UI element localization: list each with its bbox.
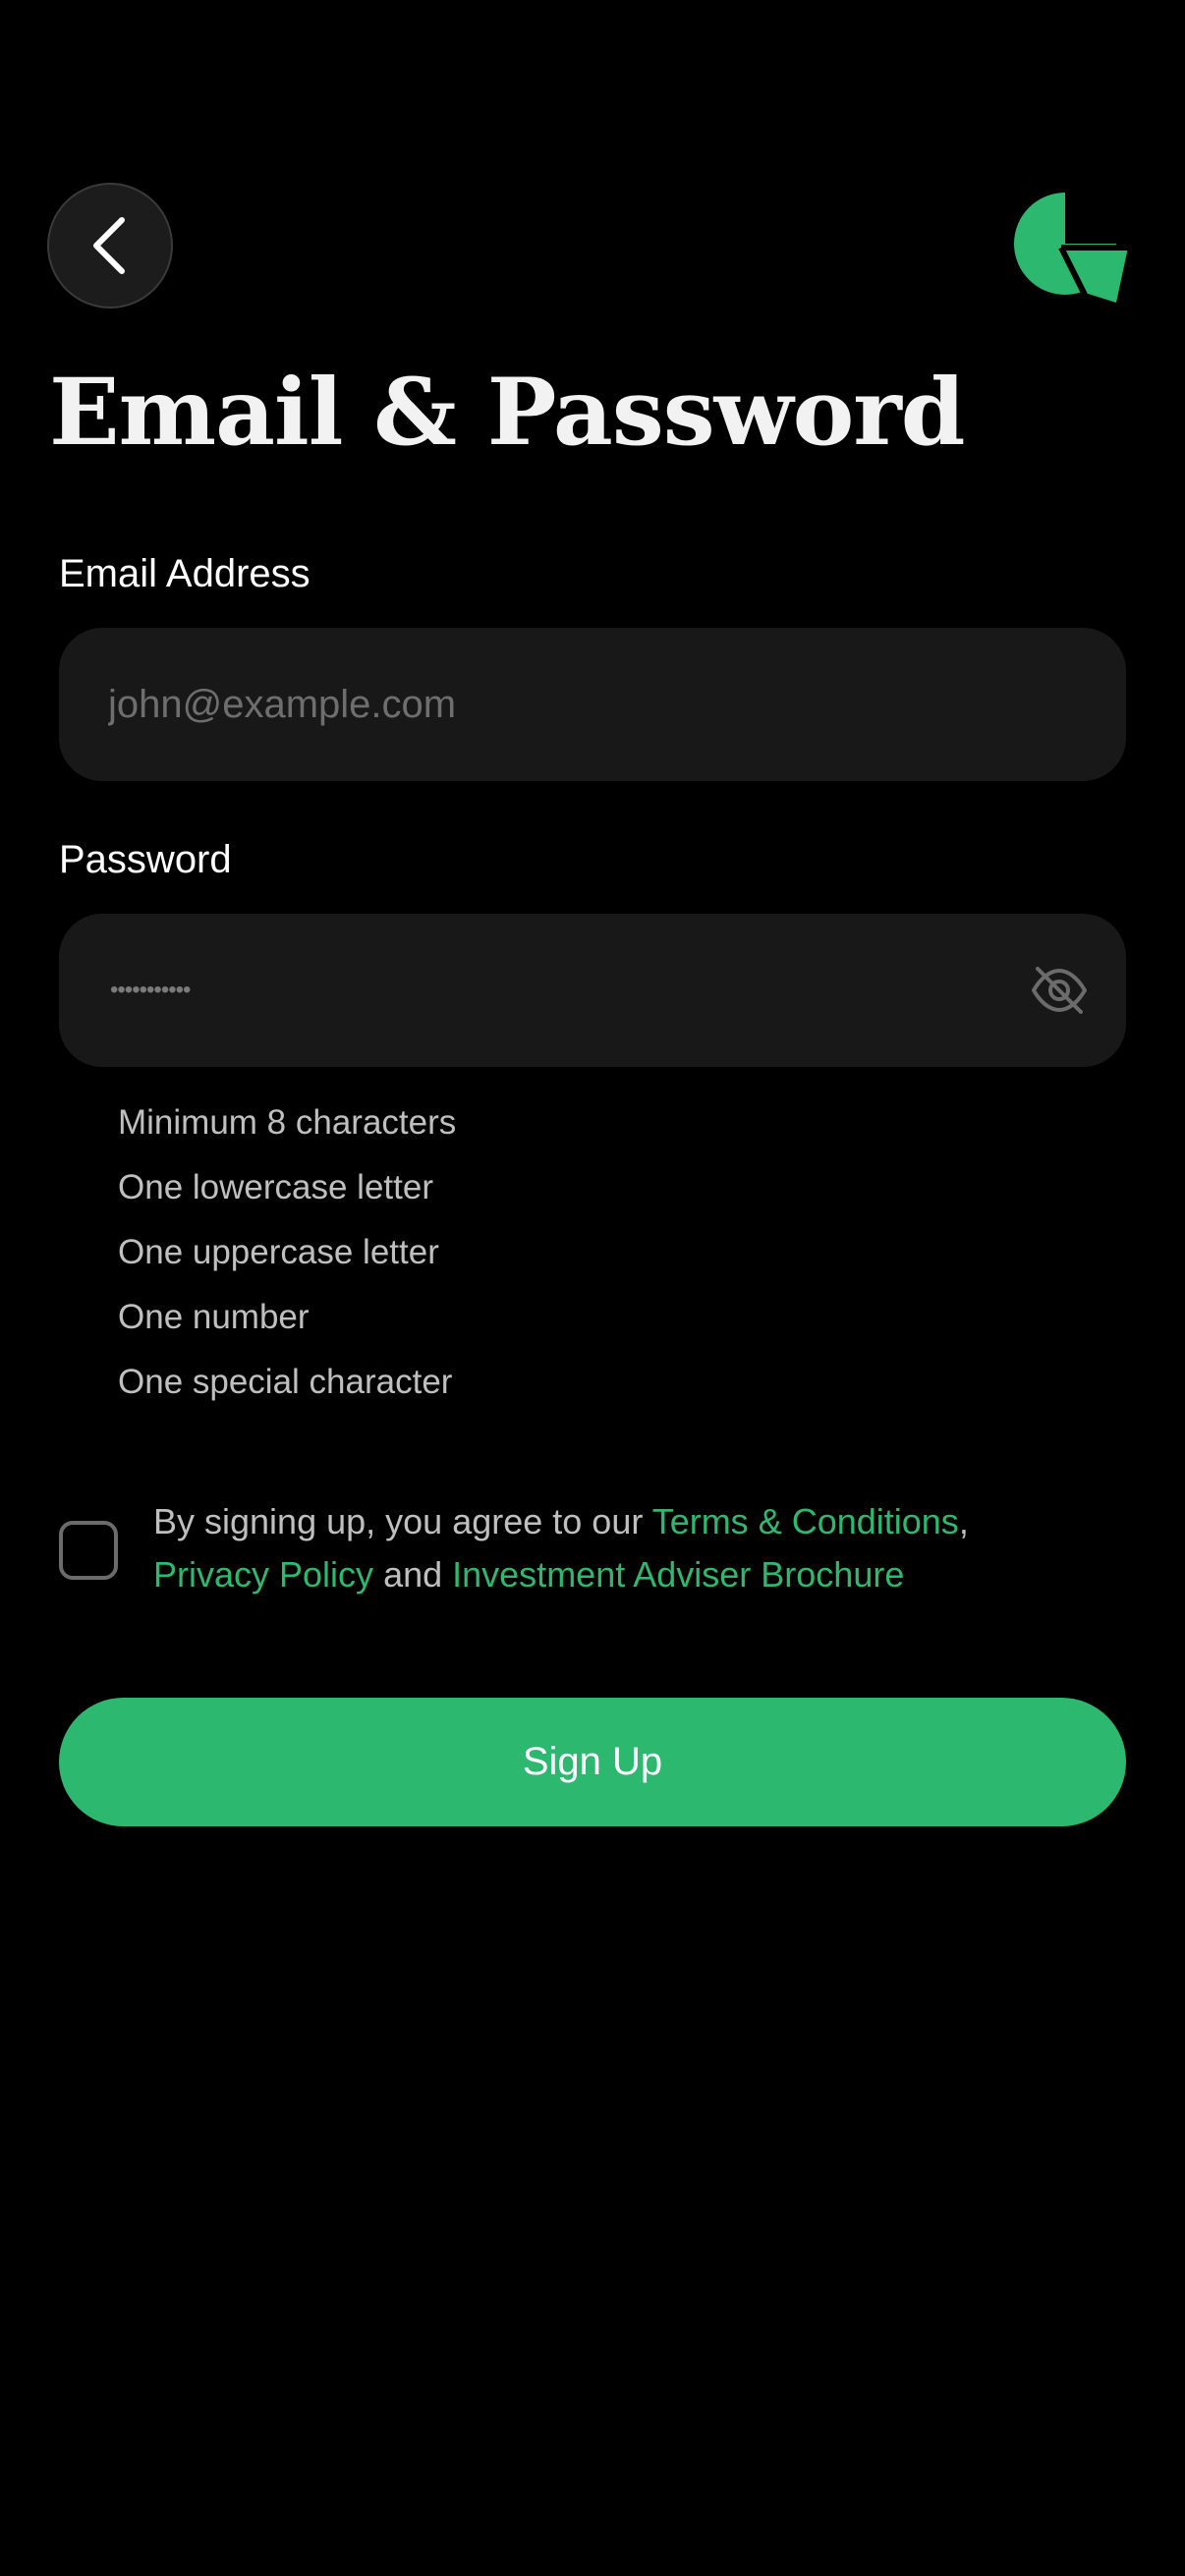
requirement-item: Minimum 8 characters <box>118 1103 457 1142</box>
terms-agreement-text: By signing up, you agree to our Terms & … <box>153 1495 1126 1601</box>
privacy-policy-link[interactable]: Privacy Policy <box>153 1554 373 1595</box>
chevron-left-icon <box>93 217 125 274</box>
sign-up-button[interactable]: Sign Up <box>59 1698 1126 1826</box>
requirement-item: One lowercase letter <box>118 1168 433 1206</box>
brand-logo-icon <box>1014 193 1128 303</box>
password-requirements: Minimum 8 characters One lowercase lette… <box>118 1091 456 1415</box>
email-label: Email Address <box>59 552 310 595</box>
investment-adviser-brochure-link[interactable]: Investment Adviser Brochure <box>452 1554 904 1595</box>
page-title: Email & Password <box>49 359 966 467</box>
terms-prefix: By signing up, you agree to our <box>153 1501 652 1541</box>
terms-comma: , <box>958 1501 969 1541</box>
terms-and: and <box>373 1554 453 1595</box>
requirement-item: One special character <box>118 1363 453 1401</box>
email-input[interactable] <box>108 628 992 781</box>
terms-checkbox[interactable] <box>59 1521 118 1580</box>
requirement-item: One uppercase letter <box>118 1233 439 1271</box>
terms-conditions-link[interactable]: Terms & Conditions <box>652 1501 959 1541</box>
back-button[interactable] <box>47 183 173 308</box>
eye-off-icon[interactable] <box>1030 961 1089 1020</box>
password-input[interactable]: ••••••••••• <box>110 914 191 1067</box>
email-field-container[interactable] <box>59 628 1126 781</box>
password-field-container[interactable]: ••••••••••• <box>59 914 1126 1067</box>
password-label: Password <box>59 838 232 881</box>
signup-screen: Email & Password Email Address Password … <box>0 0 1185 2576</box>
requirement-item: One number <box>118 1298 310 1336</box>
